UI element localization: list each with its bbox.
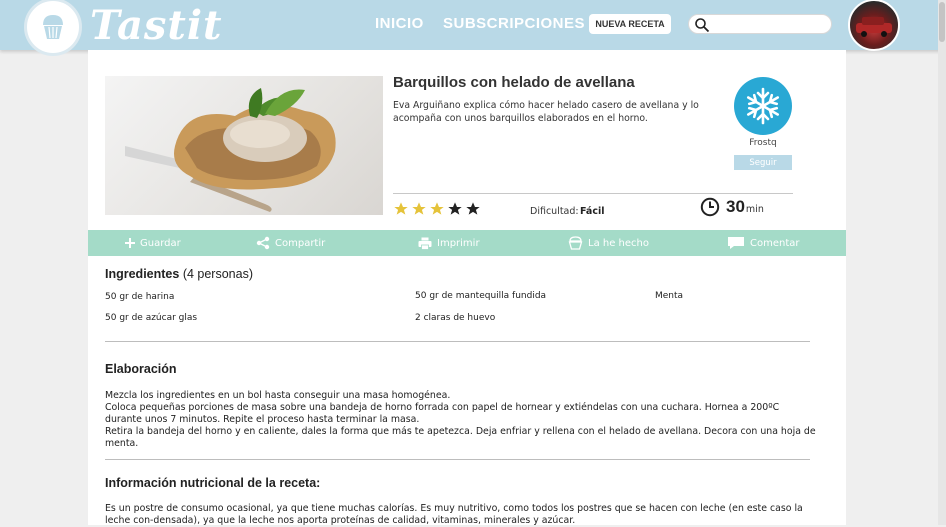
page-scrollbar[interactable] xyxy=(938,0,946,525)
search-icon xyxy=(695,18,710,33)
ingredient-item: 50 gr de azúcar glas xyxy=(105,313,198,323)
recipe-action-bar: Guardar Compartir Imprimir La he hecho C… xyxy=(88,230,846,256)
recipe-description: Eva Arguiñano explica cómo hacer helado … xyxy=(393,100,699,124)
ingredient-item: 50 gr de mantequilla fundida xyxy=(415,291,547,301)
printer-icon xyxy=(418,237,432,250)
star-empty-icon[interactable] xyxy=(465,201,481,217)
author-avatar[interactable] xyxy=(734,77,792,135)
time-value: 30 xyxy=(726,197,745,216)
elaboration-step: Coloca pequeñas porciones de masa sobre … xyxy=(105,402,780,425)
difficulty-label: Dificultad: xyxy=(530,206,579,217)
print-label: Imprimir xyxy=(437,237,480,249)
elaboration-steps: Mezcla los ingredientes en un bol hasta … xyxy=(105,390,817,450)
servings: (4 personas) xyxy=(182,267,253,281)
star-filled-icon[interactable] xyxy=(393,201,409,217)
elaboration-step: Retira la bandeja del horno y en calient… xyxy=(105,426,816,449)
section-divider xyxy=(105,341,810,342)
elaboration-title: Elaboración xyxy=(105,362,177,376)
ingredient-item: 50 gr de harina xyxy=(105,292,175,302)
nav-inicio[interactable]: INICIO xyxy=(375,15,424,32)
logo-icon[interactable] xyxy=(24,0,82,56)
nutrition-text: Es un postre de consumo ocasional, ya qu… xyxy=(105,503,803,526)
snowflake-icon xyxy=(746,87,780,125)
save-button[interactable]: Guardar xyxy=(125,230,181,256)
nav-subscripciones[interactable]: SUBSCRIPCIONES xyxy=(443,15,585,32)
rating-stars[interactable] xyxy=(393,201,481,217)
save-label: Guardar xyxy=(140,237,181,249)
star-filled-icon[interactable] xyxy=(411,201,427,217)
comment-icon xyxy=(728,237,744,249)
star-empty-icon[interactable] xyxy=(447,201,463,217)
meta-divider xyxy=(393,193,793,194)
section-divider xyxy=(105,459,810,460)
made-it-button[interactable]: La he hecho xyxy=(568,230,649,256)
author-name[interactable]: Frostq xyxy=(734,138,792,148)
ingredients-heading: Ingredientes (4 personas) xyxy=(105,267,253,281)
nutrition-title: Información nutricional de la receta: xyxy=(105,476,321,490)
comment-button[interactable]: Comentar xyxy=(727,230,800,256)
new-recipe-button[interactable]: NUEVA RECETA xyxy=(589,14,671,34)
ingredient-item: 2 claras de huevo xyxy=(415,313,496,323)
share-label: Compartir xyxy=(275,237,326,249)
plus-icon xyxy=(125,238,135,248)
cupcake-icon xyxy=(568,236,583,250)
cooking-time: 30 min xyxy=(700,197,764,217)
recipe-title: Barquillos con helado de avellana xyxy=(393,74,635,91)
search-input[interactable] xyxy=(688,14,832,34)
user-avatar[interactable] xyxy=(848,0,900,51)
recipe-card: Barquillos con helado de avellana Eva Ar… xyxy=(88,50,846,526)
comment-label: Comentar xyxy=(750,237,800,249)
ingredient-item: Menta xyxy=(655,291,684,301)
elaboration-step: Mezcla los ingredientes en un bol hasta … xyxy=(105,390,451,401)
share-icon xyxy=(256,236,270,250)
clock-icon xyxy=(700,197,720,217)
share-button[interactable]: Compartir xyxy=(256,230,325,256)
recipe-photo xyxy=(105,76,383,215)
made-it-label: La he hecho xyxy=(588,237,649,249)
top-navigation-bar: Tastit INICIO SUBSCRIPCIONES NUEVA RECET… xyxy=(0,0,946,56)
print-button[interactable]: Imprimir xyxy=(418,230,480,256)
cupcake-icon xyxy=(43,15,63,39)
ingredients-title: Ingredientes xyxy=(105,267,180,281)
star-filled-icon[interactable] xyxy=(429,201,445,217)
time-unit: min xyxy=(745,204,764,215)
logo-text[interactable]: Tastit xyxy=(90,2,223,49)
difficulty-value: Fácil xyxy=(580,206,605,217)
follow-button[interactable]: Seguir xyxy=(734,155,792,170)
